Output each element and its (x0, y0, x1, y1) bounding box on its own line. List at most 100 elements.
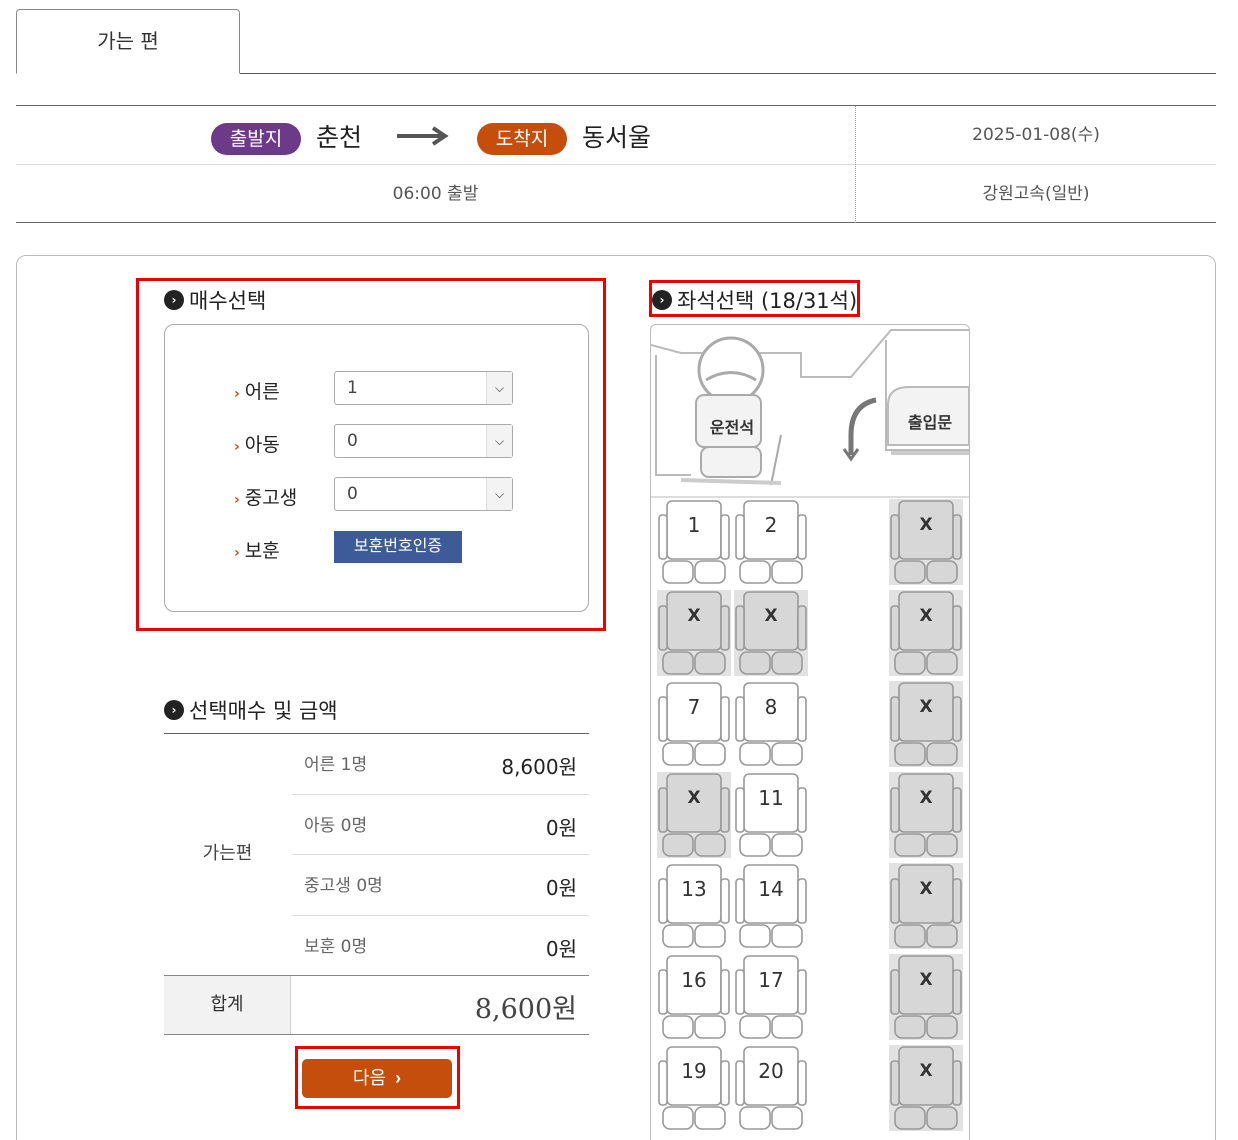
child-label: › 아동 (234, 430, 280, 457)
summary-row-name: 어른 1명 (304, 755, 368, 775)
chevron-right-icon: › (234, 492, 240, 508)
chevron-right-icon: › (395, 1068, 402, 1088)
tab-bar: 가는 편 (16, 8, 1216, 74)
summary-row-amount: 0원 (545, 876, 577, 900)
total-amount: 8,600원 (474, 994, 577, 1025)
summary-row-name: 중고생 0명 (304, 876, 383, 896)
seat-number: 20 (758, 1059, 784, 1083)
chevron-right-icon: › (234, 439, 240, 455)
seat-number: 16 (681, 968, 707, 992)
departure-time: 06:00 출발 (392, 184, 479, 204)
seat-map: 운전석 출입문 1 2 X X X X 7 8 X X 11 X 13 14 X 16 17 X 19 20 X (650, 324, 970, 1140)
summary-row-veteran: 보훈 0명 0원 (292, 916, 589, 976)
seat-18: X (889, 954, 963, 1040)
chevron-circle-icon: › (164, 700, 184, 720)
bus-company: 강원고속(일반) (982, 184, 1090, 204)
seat-21: X (889, 1045, 963, 1131)
count-box (164, 324, 589, 612)
tab-outbound[interactable]: 가는 편 (16, 9, 240, 74)
student-label: › 중고생 (234, 483, 297, 510)
child-label-text: 아동 (244, 434, 280, 456)
summary-title-text: 선택매수 및 금액 (189, 699, 338, 723)
route-info: 출발지 춘천 도착지 동서울 2025-01-08(수) 06:00 출발 강원… (16, 105, 1216, 223)
student-label-text: 중고생 (244, 487, 298, 509)
veteran-label-text: 보훈 (244, 540, 280, 562)
seat-section-title-text: 좌석선택 (18/31석) (677, 289, 858, 313)
seat-number: 14 (758, 877, 784, 901)
seat-number: 11 (758, 786, 784, 810)
seat-taken-mark: X (919, 1061, 933, 1081)
seat-number: 1 (687, 513, 701, 537)
summary-row-name: 아동 0명 (304, 816, 368, 836)
seat-6: X (889, 590, 963, 676)
summary-row-name: 보훈 0명 (304, 937, 368, 957)
count-section-title: › 매수선택 (164, 285, 266, 315)
student-count-value: 0 (347, 484, 358, 504)
seat-taken-mark: X (919, 515, 933, 535)
seat-taken-mark: X (764, 606, 778, 626)
chevron-down-icon: ⌵ (486, 478, 512, 510)
seat-number: 8 (764, 695, 778, 719)
seat-taken-mark: X (919, 697, 933, 717)
seat-14[interactable]: 14 (734, 863, 808, 949)
seat-taken-mark: X (687, 788, 701, 808)
summary-row-amount: 8,600원 (501, 755, 577, 779)
seat-10: X (657, 772, 731, 858)
seat-8[interactable]: 8 (734, 681, 808, 767)
seat-17[interactable]: 17 (734, 954, 808, 1040)
chevron-right-icon: › (234, 545, 240, 561)
departure-date: 2025-01-08(수) (972, 125, 1100, 145)
summary-direction: 가는편 (202, 843, 253, 864)
seat-taken-mark: X (919, 788, 933, 808)
chevron-right-icon: › (234, 386, 240, 402)
arrival-badge: 도착지 (477, 123, 567, 155)
summary-title: › 선택매수 및 금액 (164, 695, 338, 725)
adult-count-value: 1 (347, 378, 358, 398)
next-button[interactable]: 다음 › (302, 1059, 452, 1098)
summary-row-amount: 0원 (545, 937, 577, 961)
summary-row-student: 중고생 0명 0원 (292, 855, 589, 915)
seat-11[interactable]: 11 (734, 772, 808, 858)
seat-taken-mark: X (919, 879, 933, 899)
adult-label-text: 어른 (244, 381, 280, 403)
seat-number: 2 (764, 513, 778, 537)
seat-19[interactable]: 19 (657, 1045, 731, 1131)
summary-total-row: 합계 8,600원 (164, 975, 589, 1035)
seat-taken-mark: X (919, 606, 933, 626)
count-section-title-text: 매수선택 (189, 289, 267, 313)
seat-4: X (657, 590, 731, 676)
seat-1[interactable]: 1 (657, 499, 731, 585)
seat-number: 19 (681, 1059, 707, 1083)
seat-taken-mark: X (687, 606, 701, 626)
door-label: 출입문 (907, 413, 953, 432)
seat-5: X (734, 590, 808, 676)
child-count-select[interactable]: 0 ⌵ (334, 424, 513, 458)
seat-12: X (889, 772, 963, 858)
seat-20[interactable]: 20 (734, 1045, 808, 1131)
seat-16[interactable]: 16 (657, 954, 731, 1040)
veteran-label: › 보훈 (234, 536, 280, 563)
seat-15: X (889, 863, 963, 949)
summary-row-amount: 0원 (545, 816, 577, 840)
seat-7[interactable]: 7 (657, 681, 731, 767)
seat-2[interactable]: 2 (734, 499, 808, 585)
summary-row-adult: 어른 1명 8,600원 (292, 734, 589, 794)
veteran-verify-button[interactable]: 보훈번호인증 (334, 531, 462, 563)
seat-13[interactable]: 13 (657, 863, 731, 949)
child-count-value: 0 (347, 431, 358, 451)
adult-count-select[interactable]: 1 ⌵ (334, 371, 513, 405)
seat-number: 13 (681, 877, 707, 901)
arrival-city: 동서울 (582, 123, 652, 152)
summary-row-child: 아동 0명 0원 (292, 795, 589, 855)
seat-9: X (889, 681, 963, 767)
seat-3: X (889, 499, 963, 585)
total-label: 합계 (164, 976, 291, 1034)
chevron-circle-icon: › (164, 290, 184, 310)
next-button-label: 다음 (352, 1068, 387, 1088)
chevron-down-icon: ⌵ (486, 372, 512, 404)
arrow-right-icon (397, 126, 449, 146)
departure-city: 춘천 (316, 123, 363, 152)
departure-badge: 출발지 (211, 123, 301, 155)
student-count-select[interactable]: 0 ⌵ (334, 477, 513, 511)
chevron-down-icon: ⌵ (486, 425, 512, 457)
